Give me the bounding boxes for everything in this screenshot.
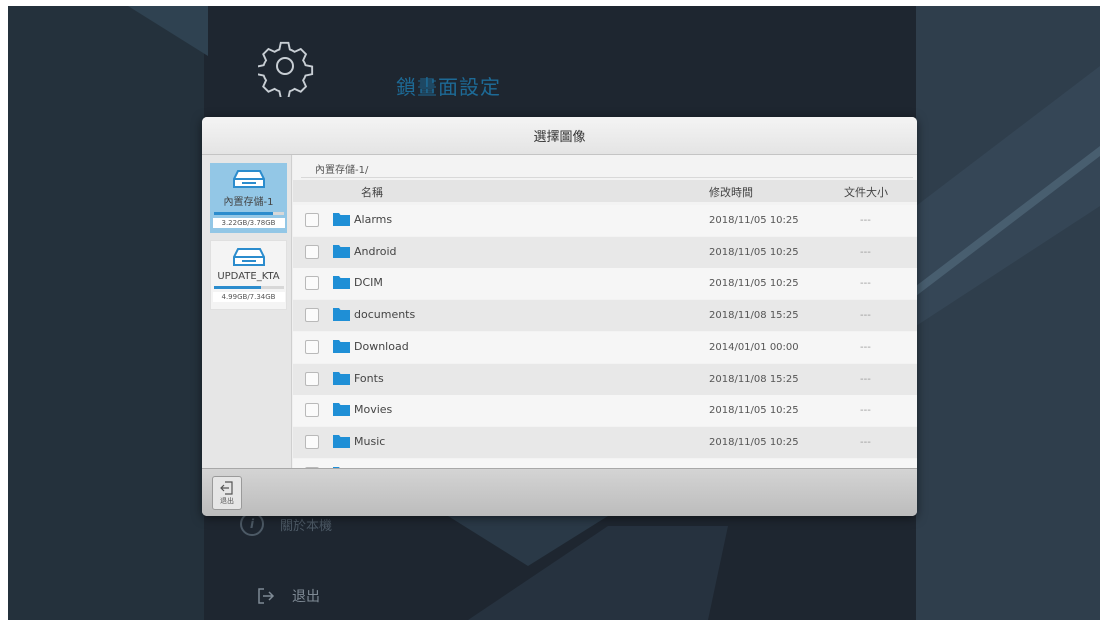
dialog-footer: 退出	[202, 468, 917, 516]
file-size: ---	[860, 215, 871, 226]
about-device-label: 關於本機	[280, 518, 333, 534]
exit-icon	[258, 588, 275, 604]
dialog-title: 選擇圖像	[533, 130, 586, 145]
dialog-exit-button[interactable]: 退出	[212, 476, 242, 510]
file-name: Alarms	[354, 213, 393, 226]
storage-item-internal[interactable]: 內置存儲-1 3.22GB/3.78GB	[210, 163, 287, 233]
folder-icon	[333, 403, 350, 417]
row-checkbox[interactable]	[305, 403, 319, 418]
file-row[interactable]: Download 2014/01/01 00:00 ---	[293, 331, 917, 363]
divider	[301, 177, 913, 178]
settings-exit-label: 退出	[292, 589, 320, 605]
folder-icon	[333, 244, 350, 258]
storage-size: 4.99GB/7.34GB	[212, 292, 285, 302]
row-checkbox[interactable]	[305, 244, 319, 259]
select-image-dialog: 選擇圖像 內置存儲-1 3.22GB/3.78GB UPDATE_KTA 4.9…	[202, 117, 917, 516]
storage-name: UPDATE_KTA	[217, 271, 280, 282]
settings-exit-item[interactable]: 退出	[256, 586, 320, 606]
folder-icon	[333, 308, 350, 322]
storage-sidebar: 內置存儲-1 3.22GB/3.78GB UPDATE_KTA 4.99GB/7…	[202, 155, 292, 468]
storage-usage-bar	[213, 286, 284, 289]
file-row[interactable]: Android 2018/11/05 10:25 ---	[293, 236, 917, 268]
file-name: documents	[354, 308, 416, 322]
dialog-header: 選擇圖像	[202, 117, 917, 155]
file-row[interactable]: Movies 2018/11/05 10:25 ---	[293, 395, 917, 427]
file-size: ---	[860, 341, 871, 353]
file-modified-time: 2018/11/05 10:25	[709, 215, 799, 226]
storage-usage-bar	[213, 212, 284, 215]
breadcrumb: 內置存儲-1/	[315, 165, 369, 176]
row-checkbox[interactable]	[305, 276, 319, 291]
lock-screen-settings-title: 鎖畫面設定	[396, 75, 501, 99]
file-modified-time: 2018/11/05 10:25	[709, 246, 799, 258]
row-checkbox[interactable]	[305, 308, 319, 323]
folder-icon	[333, 339, 350, 353]
gear-icon	[258, 41, 314, 97]
file-name: Android	[354, 244, 397, 258]
file-modified-time: 2014/01/01 00:00	[709, 341, 799, 353]
file-modified-time: 2018/11/08 15:25	[709, 373, 799, 385]
file-size: ---	[860, 436, 871, 448]
file-list-header: 名稱 修改時間 文件大小	[293, 180, 917, 202]
storage-item-update-kta[interactable]: UPDATE_KTA 4.99GB/7.34GB	[210, 240, 287, 310]
row-checkbox[interactable]	[305, 434, 319, 449]
file-size: ---	[860, 405, 871, 417]
storage-usage-fill	[213, 212, 273, 215]
folder-icon	[333, 371, 350, 385]
file-row[interactable]	[293, 458, 917, 468]
file-modified-time: 2018/11/05 10:25	[709, 405, 799, 417]
storage-usage-fill	[213, 286, 262, 289]
file-row[interactable]: documents 2018/11/08 15:25 ---	[293, 300, 917, 332]
file-modified-time: 2018/11/08 15:25	[709, 310, 799, 322]
file-name: Fonts	[354, 371, 384, 385]
row-checkbox[interactable]	[305, 213, 319, 227]
file-name: Music	[354, 434, 386, 448]
row-checkbox[interactable]	[305, 371, 319, 386]
folder-icon	[333, 213, 350, 226]
file-size: ---	[860, 373, 871, 385]
file-modified-time: 2018/11/05 10:25	[709, 436, 799, 448]
folder-icon	[333, 276, 350, 290]
storage-size: 3.22GB/3.78GB	[212, 218, 285, 228]
file-name: Movies	[354, 403, 393, 417]
drive-icon	[232, 170, 265, 188]
file-modified-time: 2018/11/05 10:25	[709, 278, 799, 290]
storage-name: 內置存儲-1	[223, 197, 274, 208]
file-row[interactable]: Music 2018/11/05 10:25 ---	[293, 426, 917, 458]
dialog-exit-label: 退出	[220, 497, 234, 505]
file-size: ---	[860, 278, 871, 290]
drive-icon	[232, 248, 265, 266]
folder-icon	[333, 434, 350, 448]
column-header-size[interactable]: 文件大小	[844, 184, 888, 200]
column-header-time[interactable]: 修改時間	[709, 184, 753, 200]
file-size: ---	[860, 310, 871, 322]
file-size: ---	[860, 246, 871, 258]
row-checkbox[interactable]	[305, 339, 319, 354]
exit-icon	[220, 481, 233, 495]
column-header-name[interactable]: 名稱	[361, 184, 383, 200]
file-name: DCIM	[354, 276, 383, 290]
file-name: Download	[354, 339, 409, 353]
file-row[interactable]: Alarms 2018/11/05 10:25 ---	[293, 205, 917, 236]
file-browser: 內置存儲-1/ 名稱 修改時間 文件大小 Alarms 2018/11/05 10…	[293, 155, 917, 468]
file-row[interactable]: Fonts 2018/11/08 15:25 ---	[293, 363, 917, 395]
file-row[interactable]: DCIM 2018/11/05 10:25 ---	[293, 268, 917, 300]
